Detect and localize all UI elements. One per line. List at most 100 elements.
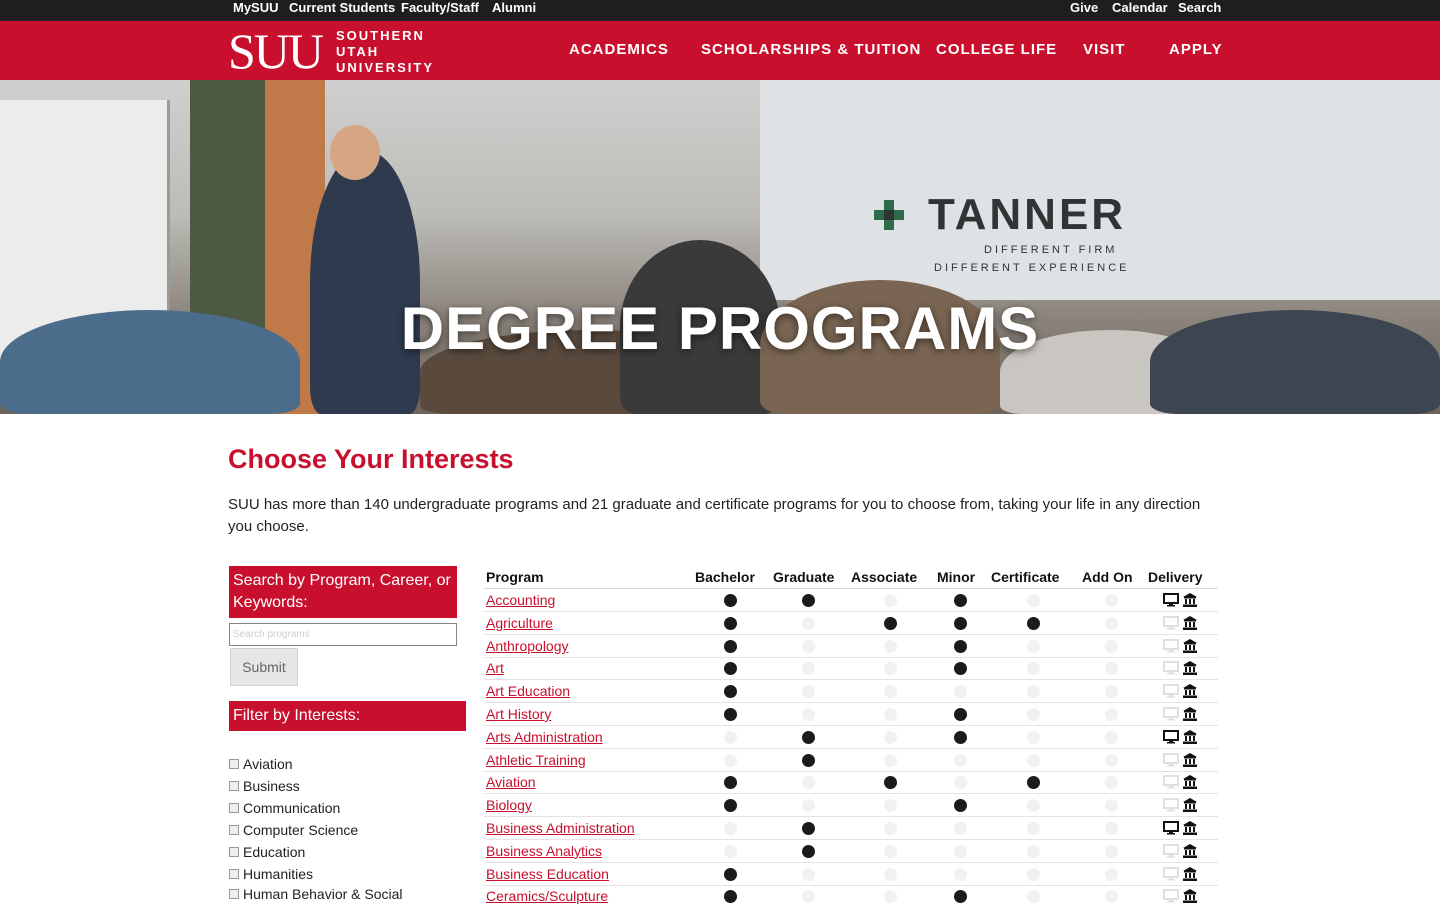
col-header-certificate[interactable]: Certificate	[991, 569, 1059, 585]
not-offered-dot	[954, 822, 967, 835]
suu-logo-mark[interactable]: SUU	[228, 25, 324, 77]
nav-visit[interactable]: VISIT	[1083, 41, 1126, 58]
program-link[interactable]: Accounting	[486, 592, 555, 608]
filter-human-behavior[interactable]: Human Behavior & Social Sciences	[229, 885, 469, 907]
search-input[interactable]	[229, 623, 457, 646]
not-offered-dot	[884, 708, 897, 721]
sign-tagline-1: DIFFERENT FIRM	[984, 244, 1118, 256]
not-offered-dot	[1027, 639, 1040, 653]
col-header-delivery[interactable]: Delivery	[1148, 569, 1202, 585]
utility-link-current-students[interactable]: Current Students	[289, 0, 395, 21]
program-link[interactable]: Biology	[486, 797, 532, 813]
monitor-icon	[1163, 752, 1179, 772]
checkbox[interactable]	[229, 781, 239, 791]
utility-link-mysuu[interactable]: MySUU	[233, 0, 279, 21]
suu-logo-wordmark[interactable]: SOUTHERN UTAH UNIVERSITY	[336, 28, 434, 76]
col-header-minor[interactable]: Minor	[937, 569, 975, 585]
checkbox[interactable]	[229, 889, 239, 899]
table-row: Art	[484, 657, 1218, 681]
hero-banner: TANNER DIFFERENT FIRM DIFFERENT EXPERIEN…	[0, 80, 1440, 414]
offered-dot	[724, 594, 737, 607]
not-offered-dot	[884, 867, 897, 881]
not-offered-dot	[1105, 822, 1118, 835]
program-link[interactable]: Athletic Training	[486, 752, 586, 768]
utility-bar: MySUU Current Students Faculty/Staff Alu…	[0, 0, 1440, 21]
nav-academics[interactable]: ACADEMICS	[569, 41, 669, 58]
program-link[interactable]: Aviation	[486, 774, 536, 790]
not-offered-dot	[884, 685, 897, 699]
not-offered-dot	[724, 822, 737, 835]
checkbox[interactable]	[229, 825, 239, 835]
monitor-icon	[1163, 821, 1179, 840]
nav-scholarships-tuition[interactable]: SCHOLARSHIPS & TUITION	[701, 41, 921, 58]
monitor-icon	[1163, 661, 1179, 680]
program-link[interactable]: Business Analytics	[486, 843, 602, 859]
checkbox[interactable]	[229, 759, 239, 769]
utility-link-faculty-staff[interactable]: Faculty/Staff	[401, 0, 479, 21]
table-row: Athletic Training	[484, 749, 1218, 772]
monitor-icon	[1163, 843, 1179, 863]
monitor-icon	[1163, 615, 1179, 635]
program-link[interactable]: Arts Administration	[486, 729, 603, 745]
not-offered-dot	[1027, 662, 1040, 676]
col-header-bachelor[interactable]: Bachelor	[695, 569, 755, 585]
offered-dot	[724, 639, 737, 653]
program-link[interactable]: Anthropology	[486, 638, 569, 654]
utility-link-search[interactable]: Search	[1178, 0, 1221, 21]
col-header-program[interactable]: Program	[486, 569, 544, 585]
logo-line-southern: SOUTHERN	[336, 28, 425, 43]
monitor-icon	[1163, 775, 1179, 794]
program-link[interactable]: Art	[486, 660, 504, 676]
program-link[interactable]: Ceramics/Sculpture	[486, 888, 608, 904]
table-row: Aviation	[484, 771, 1218, 795]
col-header-graduate[interactable]: Graduate	[773, 569, 834, 585]
campus-building-icon	[1183, 615, 1197, 635]
program-link[interactable]: Art History	[486, 706, 551, 722]
utility-link-calendar[interactable]: Calendar	[1112, 0, 1168, 21]
filter-label: Human Behavior & Social Sciences	[229, 886, 403, 907]
monitor-icon	[1163, 729, 1179, 749]
not-offered-dot	[1105, 753, 1118, 767]
not-offered-dot	[802, 616, 815, 630]
checkbox[interactable]	[229, 803, 239, 813]
table-row: Arts Administration	[484, 726, 1218, 749]
not-offered-dot	[724, 753, 737, 767]
not-offered-dot	[802, 685, 815, 699]
not-offered-dot	[884, 844, 897, 858]
not-offered-dot	[1027, 753, 1040, 767]
nav-college-life[interactable]: COLLEGE LIFE	[936, 41, 1057, 58]
col-header-add-on[interactable]: Add On	[1082, 569, 1133, 585]
not-offered-dot	[1105, 616, 1118, 630]
campus-building-icon	[1183, 752, 1197, 772]
not-offered-dot	[1105, 594, 1118, 607]
submit-button[interactable]: Submit	[230, 648, 298, 686]
not-offered-dot	[1105, 844, 1118, 858]
page-title: DEGREE PROGRAMS	[400, 295, 1040, 362]
program-link[interactable]: Business Education	[486, 866, 609, 882]
filter-label: Education	[243, 844, 306, 860]
not-offered-dot	[1105, 639, 1118, 653]
offered-dot	[954, 730, 967, 744]
campus-building-icon	[1183, 866, 1197, 886]
checkbox[interactable]	[229, 847, 239, 857]
program-link[interactable]: Agriculture	[486, 615, 553, 631]
table-row: Business Education	[484, 863, 1218, 886]
not-offered-dot	[802, 776, 815, 790]
table-row: Art History	[484, 703, 1218, 726]
not-offered-dot	[802, 639, 815, 653]
offered-dot	[724, 708, 737, 721]
program-link[interactable]: Art Education	[486, 683, 570, 699]
nav-apply[interactable]: APPLY	[1169, 41, 1223, 58]
campus-building-icon	[1183, 821, 1197, 840]
utility-link-give[interactable]: Give	[1070, 0, 1098, 21]
campus-building-icon	[1183, 684, 1197, 703]
offered-dot	[884, 616, 897, 630]
checkbox[interactable]	[229, 869, 239, 879]
monitor-icon	[1163, 638, 1179, 658]
not-offered-dot	[884, 890, 897, 904]
program-link[interactable]: Business Administration	[486, 820, 635, 836]
utility-link-alumni[interactable]: Alumni	[492, 0, 536, 21]
filter-label: Humanities	[243, 866, 314, 882]
col-header-associate[interactable]: Associate	[851, 569, 917, 585]
not-offered-dot	[884, 799, 897, 813]
